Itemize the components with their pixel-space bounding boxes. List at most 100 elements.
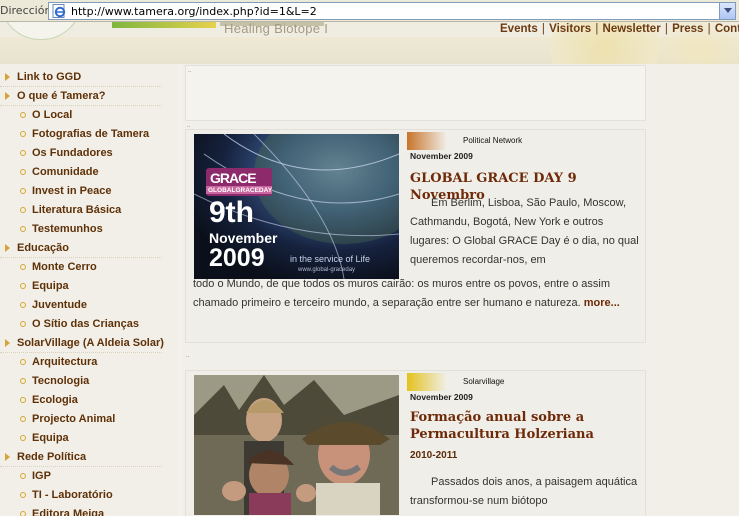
main-content: .. .. GRACE GLOBALGRACEDAY 9th November … [182, 64, 649, 516]
sidebar-item-label: SolarVillage (A Aldeia Solar) [17, 337, 164, 349]
sidebar-item-label: Editora Meiga [32, 508, 105, 516]
article-image-grace-day[interactable]: GRACE GLOBALGRACEDAY 9th November 2009 i… [194, 134, 399, 279]
sidebar-item-label: TI - Laboratório [32, 489, 113, 501]
sidebar-item-label: Rede Política [17, 451, 87, 463]
sidebar-item-label: Juventude [32, 299, 88, 311]
arrow-right-icon [5, 92, 10, 100]
bullet-icon [20, 473, 26, 479]
bullet-icon [20, 397, 26, 403]
sidebar-item[interactable]: Equipa [0, 429, 170, 448]
sidebar-item-label: O Sítio das Crianças [32, 318, 139, 330]
sidebar-item-label: Link to GGD [17, 71, 82, 83]
article-summary: Em Berlim, Lisboa, São Paulo, Moscow, Ca… [410, 197, 639, 266]
top-nav: Events | Visitors | Newsletter | Press |… [500, 23, 739, 35]
article-title-line2[interactable]: Permacultura Holzeriana [410, 426, 594, 443]
address-label: Dirección [0, 4, 52, 17]
sidebar-item[interactable]: Equipa [0, 277, 170, 296]
article-date: November 2009 [410, 151, 473, 161]
sidebar-item-label: Os Fundadores [32, 147, 113, 159]
arrow-right-icon [5, 244, 10, 252]
bullet-icon [20, 321, 26, 327]
article-period: 2010-2011 [410, 450, 458, 461]
bullet-icon [20, 359, 26, 365]
sidebar-item[interactable]: Editora Meiga [0, 505, 170, 516]
category-tab: Solarvillage [407, 373, 646, 391]
bullet-icon [20, 169, 26, 175]
sidebar-item[interactable]: Juventude [0, 296, 170, 315]
sidebar-item[interactable]: O que é Tamera? [0, 87, 170, 106]
right-margin [649, 64, 739, 516]
sidebar-item[interactable]: Educação [0, 239, 170, 258]
sidebar-item-label: Tecnologia [32, 375, 90, 387]
sidebar-item-label: Equipa [32, 432, 69, 444]
nav-contact[interactable]: Conta [715, 23, 739, 35]
sidebar-item[interactable]: O Sítio das Crianças [0, 315, 170, 334]
category-gradient [407, 373, 447, 391]
bullet-icon [20, 112, 26, 118]
nav-visitors[interactable]: Visitors [549, 23, 591, 35]
bullet-icon [20, 302, 26, 308]
sidebar-item[interactable]: Tecnologia [0, 372, 170, 391]
sidebar-item[interactable]: IGP [0, 467, 170, 486]
sidebar-item[interactable]: Link to GGD [0, 68, 170, 87]
chevron-down-icon[interactable] [719, 3, 735, 19]
grace-logo-text: GRACE [210, 170, 257, 186]
url-input[interactable]: http://www.tamera.org/index.php?id=1&L=2 [48, 2, 736, 20]
nav-newsletter[interactable]: Newsletter [603, 23, 661, 35]
category-gradient [407, 132, 447, 150]
bullet-icon [20, 492, 26, 498]
sidebar-item[interactable]: Arquitectura [0, 353, 170, 372]
article-date: November 2009 [410, 392, 473, 402]
marker: .. [186, 353, 190, 359]
marker: .. [188, 68, 192, 74]
bullet-icon [20, 207, 26, 213]
sidebar-item-label: Fotografias de Tamera [32, 128, 150, 140]
sidebar-item[interactable]: Literatura Básica [0, 201, 170, 220]
category-tab: Political Network [407, 132, 646, 150]
bullet-icon [20, 378, 26, 384]
nav-press[interactable]: Press [672, 23, 703, 35]
image-year-text: 2009 [209, 244, 265, 272]
category-label: Political Network [463, 136, 523, 145]
more-link[interactable]: more... [584, 297, 620, 309]
bullet-icon [20, 264, 26, 270]
article-image-permaculture[interactable] [194, 375, 399, 515]
marker: .. [187, 123, 191, 129]
sidebar-item[interactable]: O Local [0, 106, 170, 125]
sidebar-item-label: Comunidade [32, 166, 99, 178]
sidebar-item-label: Testemunhos [32, 223, 103, 235]
sidebar-item[interactable]: Testemunhos [0, 220, 170, 239]
sidebar-item[interactable]: Os Fundadores [0, 144, 170, 163]
address-bar: Dirección http://www.tamera.org/index.ph… [0, 0, 739, 22]
sidebar-item[interactable]: SolarVillage (A Aldeia Solar) [0, 334, 170, 353]
bullet-icon [20, 416, 26, 422]
sidebar-item-label: Educação [17, 242, 69, 254]
sidebar-item-label: Ecologia [32, 394, 78, 406]
site-header: Healing Biotope I Events | Visitors | Ne… [0, 22, 739, 64]
sidebar-item-label: O Local [32, 109, 73, 121]
arrow-right-icon [5, 73, 10, 81]
sidebar-item[interactable]: TI - Laboratório [0, 486, 170, 505]
bullet-icon [20, 435, 26, 441]
sidebar-menu: Link to GGD O que é Tamera? O Local Fotogra… [0, 64, 178, 516]
category-label: Solarvillage [463, 377, 505, 386]
sidebar-item[interactable]: Projecto Animal [0, 410, 170, 429]
sidebar-item[interactable]: Monte Cerro [0, 258, 170, 277]
nav-separator: | [664, 23, 668, 35]
sidebar-item[interactable]: Fotografias de Tamera [0, 125, 170, 144]
nav-separator: | [595, 23, 599, 35]
bullet-icon [20, 511, 26, 516]
sidebar-item[interactable]: Rede Política [0, 448, 170, 467]
article-card: Solarvillage November 2009 Formação anua… [185, 370, 646, 516]
nav-separator: | [707, 23, 711, 35]
sidebar-item[interactable]: Ecologia [0, 391, 170, 410]
sidebar-item-label: Literatura Básica [32, 204, 122, 216]
article-title-line1[interactable]: Formação anual sobre a [410, 409, 584, 426]
sidebar-item[interactable]: Comunidade [0, 163, 170, 182]
sidebar-item-label: Equipa [32, 280, 69, 292]
nav-events[interactable]: Events [500, 23, 538, 35]
article-summary: Passados dois anos, a paisagem aquática … [410, 476, 638, 507]
sidebar-item[interactable]: Invest in Peace [0, 182, 170, 201]
header-accent-bar [112, 22, 216, 28]
bullet-icon [20, 150, 26, 156]
